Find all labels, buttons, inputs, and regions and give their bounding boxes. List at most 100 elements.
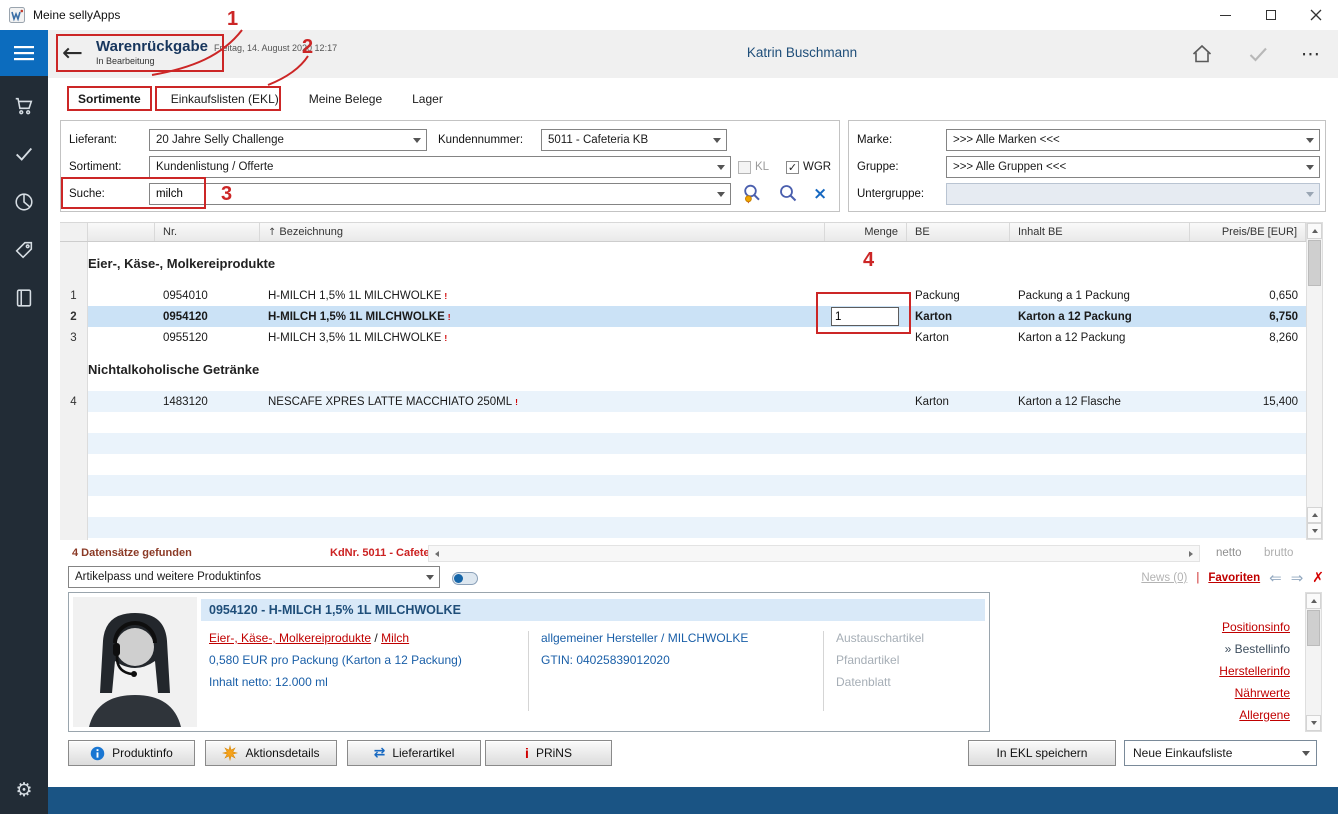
scrollbar-thumb[interactable] [1308, 240, 1321, 286]
table-row-3[interactable]: 3 0955120 H-MILCH 3,5% 1L MILCHWOLKE! Ka… [60, 327, 1306, 348]
minimize-button[interactable] [1203, 0, 1248, 30]
home-icon[interactable] [1189, 42, 1215, 66]
scroll-down-button[interactable] [1306, 715, 1321, 731]
prins-button[interactable]: i PRiNS [485, 740, 612, 766]
naehrwerte-link[interactable]: Nährwerte [1235, 686, 1290, 700]
scroll-row-up-button[interactable] [1307, 507, 1322, 523]
back-button[interactable]: ← [62, 38, 83, 68]
scroll-right-button[interactable] [1183, 546, 1199, 561]
kundennummer-select[interactable]: 5011 - Cafeteria KB [541, 129, 727, 151]
tab-einkaufslisten[interactable]: Einkaufslisten (EKL) [163, 92, 287, 106]
sidebar-item-cart[interactable] [0, 82, 48, 130]
table-row-1[interactable]: 1 0954010 H-MILCH 1,5% 1L MILCHWOLKE! Pa… [60, 285, 1306, 306]
more-options-icon[interactable]: ⋯ [1301, 43, 1320, 65]
sidebar-item-tasks[interactable] [0, 130, 48, 178]
table-header-row[interactable]: Nr. ↑ Bezeichnung Menge BE Inhalt BE Pre… [60, 222, 1306, 242]
positionsinfo-link[interactable]: Positionsinfo [1222, 620, 1290, 634]
sidebar-item-catalog[interactable] [0, 274, 48, 322]
subcategory-link[interactable]: Milch [381, 631, 409, 645]
column-header-preis[interactable]: Preis/BE [EUR] [1190, 223, 1306, 241]
neue-einkaufsliste-dropdown[interactable]: Neue Einkaufsliste [1124, 740, 1317, 766]
hersteller-info: allgemeiner Hersteller / MILCHWOLKE [541, 627, 819, 649]
checkmark-icon [13, 143, 35, 165]
scroll-up-button[interactable] [1306, 593, 1321, 609]
table-vertical-scrollbar[interactable] [1306, 222, 1323, 540]
close-button[interactable] [1293, 0, 1338, 30]
sidebar-item-statistics[interactable] [0, 178, 48, 226]
close-icon [1310, 9, 1322, 21]
infopanel-select-value: Artikelpass und weitere Produktinfos [75, 571, 261, 583]
arrow-left-icon [435, 551, 439, 557]
table-row-2-selected[interactable]: 2 0954120 H-MILCH 1,5% 1L MILCHWOLKE! Ka… [60, 306, 1306, 327]
dropdown-arrow-icon [1306, 138, 1314, 143]
dropdown-arrow-icon [717, 192, 725, 197]
bottom-status-strip [48, 787, 1338, 814]
column-header-be[interactable]: BE [907, 223, 1010, 241]
column-header-nr[interactable]: Nr. [155, 223, 260, 241]
scroll-up-button[interactable] [1307, 223, 1322, 239]
suche-combobox[interactable] [149, 183, 731, 205]
infopanel-toggle[interactable] [452, 572, 478, 585]
maximize-button[interactable] [1248, 0, 1293, 30]
cell-menge [825, 306, 907, 327]
infopanel-select[interactable]: Artikelpass und weitere Produktinfos [68, 566, 440, 588]
tab-meine-belege[interactable]: Meine Belege [301, 92, 390, 106]
column-header-bezeichnung[interactable]: ↑ Bezeichnung [260, 223, 825, 241]
scrollbar-thumb[interactable] [1307, 610, 1320, 646]
tab-lager[interactable]: Lager [404, 92, 451, 106]
gruppe-select[interactable]: >>> Alle Gruppen <<< [946, 156, 1320, 178]
dropdown-arrow-icon [713, 138, 721, 143]
sidebar-item-prices[interactable] [0, 226, 48, 274]
toggle-knob [454, 574, 463, 583]
gtin-info: GTIN: 04025839012020 [541, 649, 819, 671]
previous-article-icon[interactable]: ⇐ [1269, 569, 1282, 587]
cell-artikelnummer: 0954120 [155, 306, 260, 327]
panel-vertical-scrollbar[interactable] [1305, 592, 1322, 732]
cell-be: Packung [907, 285, 1010, 306]
news-link[interactable]: News (0) [1141, 572, 1187, 584]
marke-select[interactable]: >>> Alle Marken <<< [946, 129, 1320, 151]
clear-search-icon[interactable]: × [813, 184, 827, 204]
window-title: Meine sellyApps [33, 8, 120, 22]
wgr-checkbox[interactable]: ✓ WGR [786, 156, 831, 178]
brutto-toggle[interactable]: brutto [1264, 547, 1293, 559]
content-info: Inhalt netto: 12.000 ml [209, 671, 524, 693]
menge-input[interactable] [831, 307, 899, 326]
lieferartikel-button[interactable]: ⇄ Lieferartikel [347, 740, 481, 766]
category-link[interactable]: Eier-, Käse-, Molkereiprodukte [209, 631, 371, 645]
kl-checkbox[interactable]: KL [738, 156, 769, 178]
lieferant-select[interactable]: 20 Jahre Selly Challenge [149, 129, 427, 151]
sidebar-item-settings[interactable]: ⚙ [0, 766, 48, 814]
bestellinfo-link[interactable]: » Bestellinfo [1225, 642, 1290, 656]
arrow-up-icon [1312, 513, 1318, 517]
gruppe-label: Gruppe: [857, 156, 899, 178]
column-header-menge[interactable]: Menge [825, 223, 907, 241]
suche-input[interactable] [156, 188, 712, 200]
netto-toggle[interactable]: netto [1216, 547, 1242, 559]
scroll-left-button[interactable] [429, 546, 445, 561]
close-panel-icon[interactable]: ✗ [1312, 570, 1324, 586]
in-ekl-speichern-button[interactable]: In EKL speichern [968, 740, 1116, 766]
produktinfo-button[interactable]: Produktinfo [68, 740, 195, 766]
sortiment-select[interactable]: Kundenlistung / Offerte [149, 156, 731, 178]
menu-button[interactable] [0, 30, 48, 76]
tab-sortimente[interactable]: Sortimente [70, 92, 149, 106]
column-header-inhalt-be[interactable]: Inhalt BE [1010, 223, 1190, 241]
table-horizontal-scrollbar[interactable] [428, 545, 1200, 562]
allergene-link[interactable]: Allergene [1239, 708, 1290, 722]
cell-inhalt: Karton a 12 Packung [1010, 306, 1190, 327]
empty-row [60, 538, 1306, 540]
scroll-down-button[interactable] [1307, 523, 1322, 539]
table-row-4[interactable]: 4 1483120 NESCAFE XPRES LATTE MACCHIATO … [60, 391, 1306, 412]
row-number: 4 [60, 391, 88, 412]
marke-label: Marke: [857, 129, 892, 151]
favoriten-link[interactable]: Favoriten [1208, 572, 1260, 584]
search-icon[interactable] [777, 183, 799, 205]
aktionsdetails-button[interactable]: Aktionsdetails [205, 740, 337, 766]
confirm-check-icon[interactable] [1245, 42, 1271, 66]
next-article-icon[interactable]: ⇒ [1291, 569, 1304, 587]
herstellerinfo-link[interactable]: Herstellerinfo [1219, 664, 1290, 678]
header-datetime: Freitag, 14. August 2020 12:17 [214, 43, 337, 53]
status-bar: 4 Datensätze gefunden KdNr. 5011 - Cafet… [60, 543, 1326, 563]
search-badge-icon[interactable] [741, 183, 763, 205]
